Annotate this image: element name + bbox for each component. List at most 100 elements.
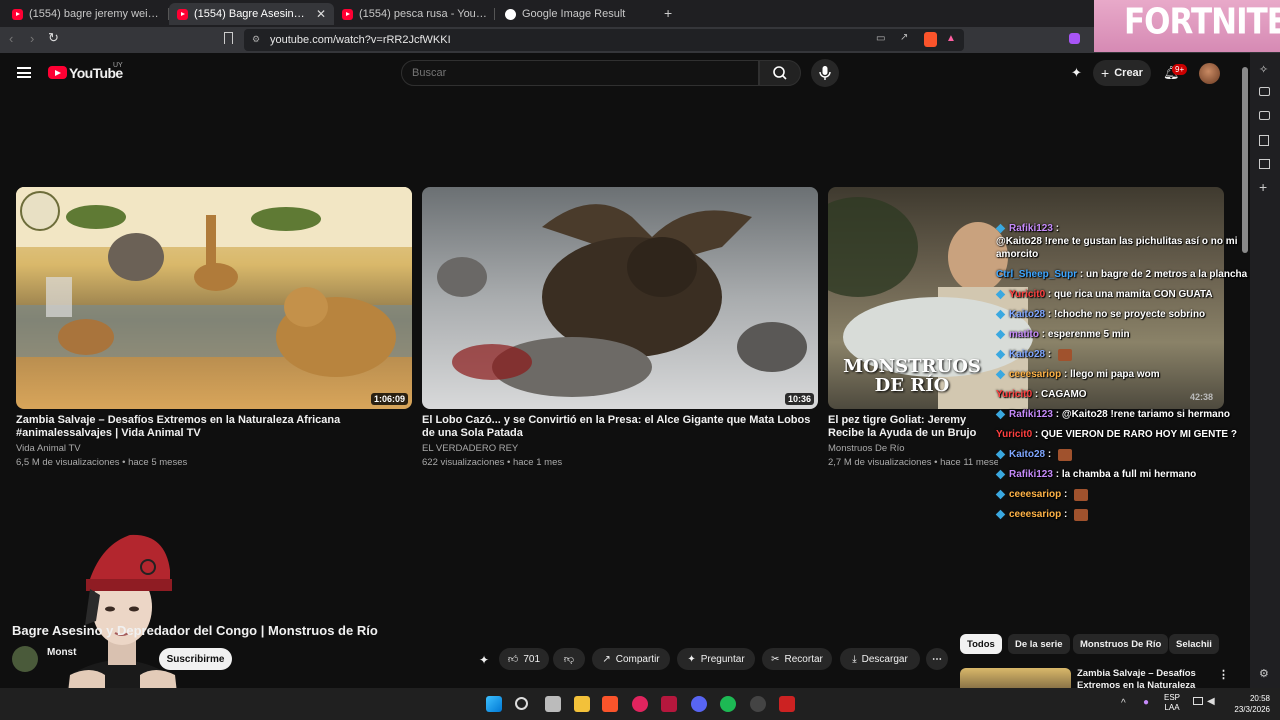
browser-toolbar: ‹ › ↻ ⚙ youtube.com/watch?v=rRR2JcfWKKI … bbox=[0, 27, 1280, 53]
chat-badge-icon bbox=[995, 469, 1006, 480]
tab-label: (1554) bagre jeremy weid - YouTube bbox=[29, 8, 161, 20]
forward-icon[interactable]: › bbox=[30, 31, 34, 46]
channel-avatar[interactable] bbox=[12, 646, 38, 672]
obs-icon[interactable] bbox=[750, 696, 766, 712]
like-button[interactable]: 👍︎ 701 bbox=[499, 648, 549, 670]
spotify-icon[interactable] bbox=[720, 696, 736, 712]
more-actions-button[interactable]: ⋯ bbox=[926, 648, 948, 670]
video-channel[interactable]: Vida Animal TV bbox=[16, 443, 412, 454]
url-text: youtube.com/watch?v=rRR2JcfWKKI bbox=[270, 34, 451, 46]
chat-separator: : bbox=[1077, 269, 1087, 280]
chat-badge-icon bbox=[995, 409, 1006, 420]
chat-username: Rafiki123 bbox=[1009, 469, 1053, 480]
leo-ai-icon[interactable]: ✧ bbox=[1259, 63, 1268, 76]
brave-browser-icon[interactable] bbox=[602, 696, 618, 712]
share-button[interactable]: ↗ Compartir bbox=[592, 648, 670, 670]
menu-icon[interactable] bbox=[17, 67, 31, 78]
gem-icon[interactable]: ✦ bbox=[1071, 65, 1082, 81]
address-bar[interactable]: ⚙ youtube.com/watch?v=rRR2JcfWKKI ▭ ↗ ▲ bbox=[244, 29, 964, 51]
chat-message: Kaito28 : !choche no se proyecte sobrino bbox=[995, 308, 1280, 321]
chip-series[interactable]: De la serie bbox=[1008, 634, 1070, 654]
channel-watermark bbox=[20, 191, 60, 231]
task-view-icon[interactable] bbox=[545, 696, 561, 712]
wallet-icon[interactable] bbox=[1259, 111, 1270, 120]
search-input[interactable] bbox=[401, 60, 759, 86]
chat-message: Yuricit0 : CAGAMO bbox=[996, 388, 1280, 401]
channel-name[interactable]: Monst bbox=[47, 647, 76, 658]
download-button[interactable]: ⤓ Descargar bbox=[840, 648, 920, 670]
youtube-logo-icon[interactable] bbox=[48, 66, 67, 79]
video-thumbnail[interactable]: 1:06:09 bbox=[16, 187, 412, 409]
language-indicator[interactable]: ESP LAA bbox=[1164, 693, 1180, 713]
chip-all[interactable]: Todos bbox=[960, 634, 1002, 654]
back-icon[interactable]: ‹ bbox=[9, 31, 13, 46]
new-tab-icon[interactable]: + bbox=[664, 5, 672, 21]
thumbs-up-icon: 👍︎ bbox=[507, 654, 519, 665]
video-thumbnail[interactable]: 10:36 bbox=[422, 187, 818, 409]
windows-taskbar: ^ ● ESP LAA ◀ 20:58 23/3/2026 bbox=[0, 688, 1280, 720]
video-title[interactable]: El pez tigre Goliat: Jeremy Recibe la Ay… bbox=[828, 414, 998, 440]
chat-message: Rafiki123 : @Kaito28 !rene te gustan las… bbox=[995, 222, 1280, 261]
discord-icon[interactable] bbox=[691, 696, 707, 712]
chat-text: llego mi papa wom bbox=[1070, 369, 1160, 380]
plus-icon: + bbox=[1101, 65, 1110, 81]
reload-icon[interactable]: ↻ bbox=[48, 30, 59, 46]
ask-button[interactable]: ✦ Preguntar bbox=[677, 648, 755, 670]
chip-selachii[interactable]: Selachii bbox=[1169, 634, 1219, 654]
dislike-button[interactable]: 👎︎ bbox=[553, 648, 585, 670]
chat-separator: : bbox=[1052, 469, 1062, 480]
file-explorer-icon[interactable] bbox=[574, 696, 590, 712]
create-button[interactable]: + Crear bbox=[1093, 60, 1151, 86]
voice-search-button[interactable] bbox=[811, 59, 839, 87]
add-sidebar-item-icon[interactable]: + bbox=[1259, 179, 1267, 195]
sidebar-settings-icon[interactable]: ⚙ bbox=[1259, 667, 1269, 680]
system-clock[interactable]: 20:58 23/3/2026 bbox=[1230, 693, 1270, 715]
tray-chevron-icon[interactable]: ^ bbox=[1121, 698, 1126, 709]
clock-date: 23/3/2026 bbox=[1234, 705, 1270, 714]
bookmark-icon[interactable] bbox=[224, 32, 233, 44]
related-thumbnail[interactable] bbox=[960, 668, 1071, 688]
adobe-icon[interactable] bbox=[661, 696, 677, 712]
reading-list-icon[interactable] bbox=[1259, 159, 1270, 169]
video-card[interactable]: 1:06:09 Zambia Salvaje – Desafíos Extrem… bbox=[16, 187, 412, 468]
brave-shields-icon[interactable] bbox=[924, 32, 937, 47]
app-icon[interactable] bbox=[779, 696, 795, 712]
chat-message: Rafiki123 : @Kaito28 !rene tariamo si he… bbox=[995, 408, 1280, 421]
browser-tab[interactable]: Google Image Result bbox=[497, 3, 662, 25]
gem-icon[interactable]: ✦ bbox=[479, 653, 489, 667]
brave-rewards-icon[interactable]: ▲ bbox=[946, 33, 956, 44]
related-menu-icon[interactable]: ⋮ bbox=[1218, 668, 1229, 681]
volume-icon[interactable]: ◀ bbox=[1207, 696, 1215, 707]
network-icon[interactable] bbox=[1193, 697, 1203, 705]
chat-text: esperenme 5 min bbox=[1047, 329, 1130, 340]
browser-tab-active[interactable]: (1554) Bagre Asesino y Depredad ✕ bbox=[169, 3, 334, 25]
close-tab-icon[interactable]: ✕ bbox=[316, 7, 326, 21]
search-button[interactable] bbox=[759, 60, 801, 86]
clip-button[interactable]: ✂ Recortar bbox=[762, 648, 832, 670]
chat-text: @Kaito28 !rene te gustan las pichulitas … bbox=[996, 236, 1238, 260]
search-icon[interactable] bbox=[515, 697, 528, 710]
browser-tab[interactable]: (1554) pesca rusa - YouTube bbox=[334, 3, 499, 25]
chip-channel[interactable]: Monstruos De Río bbox=[1073, 634, 1169, 654]
windows-start-icon[interactable] bbox=[486, 696, 502, 712]
related-title[interactable]: Zambia Salvaje – Desafíos Extremos en la… bbox=[1077, 668, 1207, 688]
share-icon[interactable]: ↗ bbox=[900, 32, 908, 43]
chat-message: Kaito28 : bbox=[995, 448, 1280, 461]
bookmarks-icon[interactable] bbox=[1259, 135, 1269, 146]
cast-icon[interactable]: ▭ bbox=[876, 33, 885, 44]
user-avatar[interactable] bbox=[1199, 63, 1220, 84]
site-info-icon[interactable]: ⚙ bbox=[252, 34, 260, 45]
tray-mic-icon[interactable]: ● bbox=[1143, 697, 1149, 708]
browser-tab[interactable]: (1554) bagre jeremy weid - YouTube bbox=[4, 3, 169, 25]
video-channel[interactable]: EL VERDADERO REY bbox=[422, 443, 818, 454]
sidebar-panel-icon[interactable] bbox=[1259, 87, 1270, 96]
subscribe-button[interactable]: Suscribirme bbox=[159, 648, 232, 670]
video-title[interactable]: Zambia Salvaje – Desafíos Extremos en la… bbox=[16, 414, 412, 440]
chat-text: QUE VIERON DE RARO HOY MI GENTE ? bbox=[1041, 429, 1237, 440]
extension-icon[interactable] bbox=[1069, 33, 1080, 44]
chat-message: Yuricit0 : que rica una mamita CON GUATA bbox=[995, 288, 1280, 301]
chat-message: ceeesariop : llego mi papa wom bbox=[995, 368, 1280, 381]
video-card[interactable]: 10:36 El Lobo Cazó... y se Convirtió en … bbox=[422, 187, 818, 468]
video-title[interactable]: El Lobo Cazó... y se Convirtió en la Pre… bbox=[422, 414, 818, 440]
media-player-icon[interactable] bbox=[632, 696, 648, 712]
